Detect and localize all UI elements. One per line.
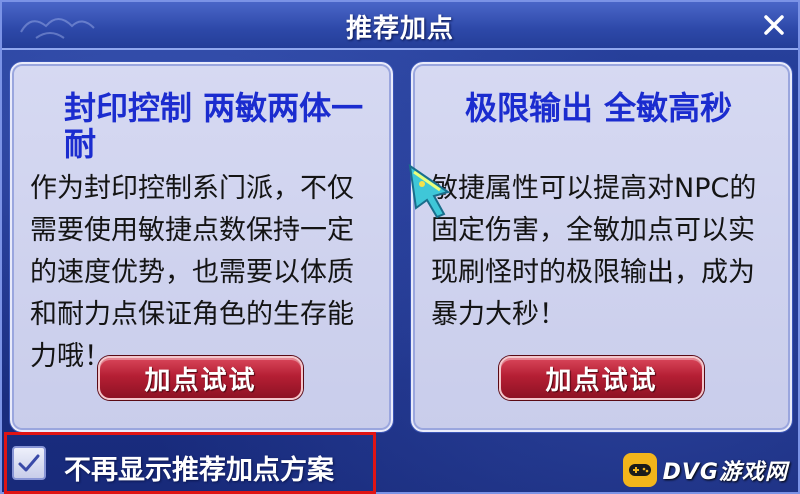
try-points-button[interactable]: 加点试试 — [98, 356, 303, 400]
panel-max-output: 极限输出 全敏高秒 敏捷属性可以提高对NPC的固定伤害，全敏加点可以实现刷怪时的… — [411, 62, 792, 432]
dialog-title: 推荐加点 — [345, 14, 454, 44]
try-points-button[interactable]: 加点试试 — [499, 356, 704, 400]
site-watermark: DVG游戏网 — [622, 450, 788, 490]
dialog-titlebar: 推荐加点 — [2, 2, 798, 50]
watermark-text: DVG游戏网 — [662, 460, 788, 485]
panel-heading: 封印控制 两敏两体一耐 — [64, 89, 364, 163]
close-icon — [764, 15, 784, 35]
recommend-points-dialog: 推荐加点 封印控制 两敏两体一耐 作为封印控制系门派，不仅需要使用敏捷点数保持一… — [0, 0, 800, 494]
panel-heading: 极限输出 全敏高秒 — [465, 89, 733, 127]
panel-seal-control: 封印控制 两敏两体一耐 作为封印控制系门派，不仅需要使用敏捷点数保持一定的速度优… — [10, 62, 393, 432]
game-cursor-icon — [408, 163, 451, 218]
gamepad-logo-icon — [622, 453, 657, 487]
close-button[interactable] — [756, 7, 792, 43]
dont-show-again-label: 不再显示推荐加点方案 — [64, 455, 334, 486]
dont-show-again-checkbox[interactable] — [12, 446, 46, 480]
panel-description: 敏捷属性可以提高对NPC的固定伤害，全敏加点可以实现刷怪时的极限输出，成为暴力大… — [431, 173, 757, 330]
panel-description: 作为封印控制系门派，不仅需要使用敏捷点数保持一定的速度优势，也需要以体质和耐力点… — [30, 173, 354, 372]
check-icon — [18, 454, 40, 472]
